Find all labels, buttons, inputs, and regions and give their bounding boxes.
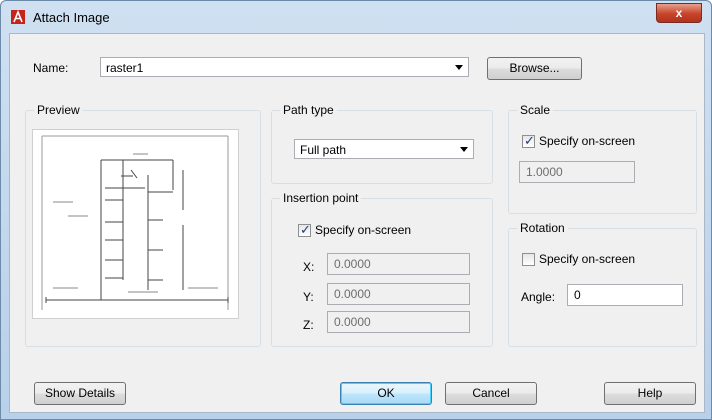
ok-button[interactable]: OK [340,382,432,405]
cancel-label: Cancel [472,386,510,400]
preview-drawing [41,135,229,310]
z-field[interactable]: 0.0000 [327,311,470,333]
path-type-title: Path type [280,103,337,117]
rotation-title: Rotation [517,221,568,235]
y-field[interactable]: 0.0000 [327,283,470,305]
x-label: X: [303,260,315,274]
title-bar: Attach Image x [1,1,711,33]
ok-label: OK [377,386,395,400]
close-button[interactable]: x [656,3,702,23]
scale-title: Scale [517,103,554,117]
help-label: Help [637,386,663,400]
help-button[interactable]: Help [604,382,696,405]
x-field[interactable]: 0.0000 [327,253,470,275]
chevron-down-icon [455,65,463,70]
angle-label: Angle: [521,290,556,304]
show-details-label: Show Details [44,386,116,400]
close-icon: x [675,6,683,20]
z-label: Z: [303,318,314,332]
name-label: Name: [33,61,69,75]
path-type-value: Full path [300,143,347,157]
y-label: Y: [303,290,314,304]
path-type-select[interactable]: Full path [294,139,474,159]
attach-image-dialog: Attach Image x Name: raster1 Browse... P… [0,0,712,420]
angle-field[interactable]: 0 [567,284,683,306]
browse-label: Browse... [509,61,560,75]
window-title: Attach Image [33,10,110,25]
checkmark-icon: ✓ [300,222,311,237]
checkmark-icon: ✓ [524,133,535,148]
autocad-icon [11,10,25,24]
insertion-specify-checkbox[interactable]: ✓ [298,222,311,237]
chevron-down-icon [460,147,468,152]
name-combo[interactable]: raster1 [100,57,469,77]
scale-specify-label: Specify on-screen [539,134,636,148]
preview-image [32,129,239,319]
browse-button[interactable]: Browse... [487,57,582,80]
scale-specify-checkbox[interactable]: ✓ [522,133,535,148]
rotation-specify-checkbox[interactable] [522,253,535,266]
rotation-specify-label: Specify on-screen [539,252,636,266]
scale-field[interactable]: 1.0000 [519,161,635,183]
show-details-button[interactable]: Show Details [34,382,126,405]
insertion-point-title: Insertion point [280,191,362,205]
name-value: raster1 [106,61,144,75]
insertion-specify-label: Specify on-screen [315,223,412,237]
cancel-button[interactable]: Cancel [445,382,537,405]
preview-title: Preview [34,103,83,117]
